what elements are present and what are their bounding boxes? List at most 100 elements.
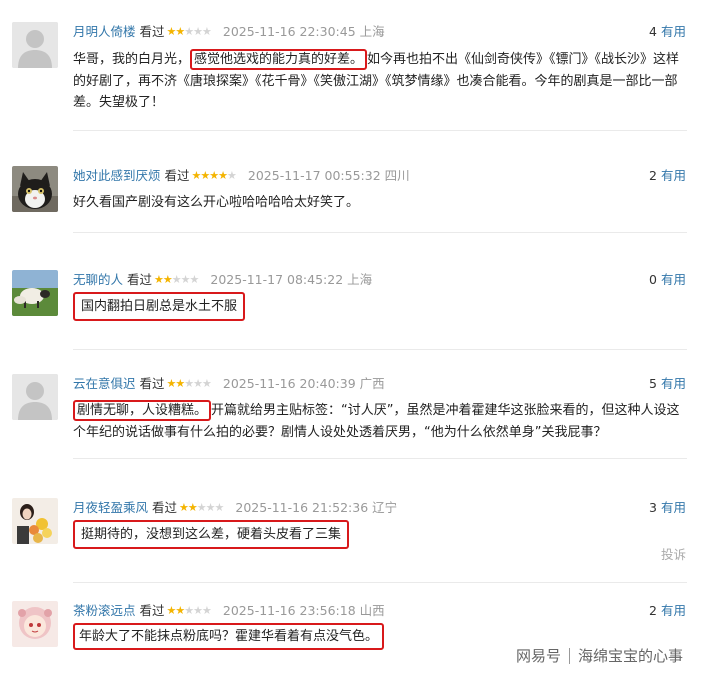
useful-label[interactable]: 有用 [661, 603, 686, 618]
review-time: 2025-11-17 08:45:22 [210, 272, 344, 287]
content-text: 华哥，我的白月光， [73, 52, 191, 67]
review-meta: 月明人倚楼 看过 ★★★★★ 2025-11-16 22:30:45 上海 [73, 22, 385, 42]
review-content: 华哥，我的白月光， 感觉他选戏的能力真的好差。 如今再也拍不出《仙剑奇侠传》《镖门》… [73, 49, 688, 114]
review-location: 山西 [359, 603, 385, 618]
source-watermark: 网易号 海绵宝宝的心事 [516, 645, 683, 666]
review-meta: 无聊的人 看过 ★★★★★ 2025-11-17 08:45:22 上海 [73, 270, 372, 290]
useful-vote[interactable]: 4 有用 [649, 22, 686, 42]
useful-label[interactable]: 有用 [661, 168, 686, 183]
doll-avatar-icon [12, 601, 58, 647]
watched-status: 看过 [139, 376, 165, 391]
review-content: 好久看国产剧没有这么开心啦哈哈哈哈太好笑了。 [73, 192, 688, 214]
star-empty-icon: ★ [180, 273, 191, 286]
user-avatar[interactable] [12, 374, 58, 420]
star-rating: ★★★★★ [167, 22, 212, 42]
sheep-avatar-icon [12, 270, 58, 316]
user-avatar[interactable] [12, 498, 58, 544]
useful-vote[interactable]: 2 有用 [649, 166, 686, 186]
review-meta: 她对此感到厌烦 看过 ★★★★★ 2025-11-17 00:55:32 四川 [73, 166, 410, 186]
useful-vote[interactable]: 5 有用 [649, 374, 686, 394]
useful-vote[interactable]: 0 有用 [649, 270, 686, 290]
review-content: 挺期待的，没想到这么差，硬着头皮看了三集 [73, 520, 688, 549]
review-location: 上海 [359, 24, 385, 39]
username-link[interactable]: 茶粉滚远点 [73, 603, 136, 618]
username-link[interactable]: 她对此感到厌烦 [73, 168, 161, 183]
star-filled-icon: ★ [154, 273, 164, 286]
star-empty-icon: ★ [202, 604, 212, 617]
useful-count: 4 [649, 24, 657, 39]
star-empty-icon: ★ [193, 25, 203, 38]
divider [73, 232, 687, 233]
useful-label[interactable]: 有用 [661, 272, 686, 287]
star-filled-icon: ★ [175, 377, 185, 390]
report-link[interactable]: 投诉 [661, 544, 686, 563]
user-avatar[interactable] [12, 22, 58, 68]
review-meta: 云在意俱迟 看过 ★★★★★ 2025-11-16 20:40:39 广西 [73, 374, 385, 394]
watched-status: 看过 [127, 272, 153, 287]
review-time: 2025-11-16 20:40:39 [222, 376, 356, 391]
divider [73, 582, 687, 583]
star-empty-icon: ★ [184, 377, 194, 390]
star-empty-icon: ★ [193, 604, 203, 617]
review-location: 上海 [347, 272, 373, 287]
default-avatar-icon [12, 22, 58, 68]
review-meta: 月夜轻盈乘风 看过 ★★★★★ 2025-11-16 21:52:36 辽宁 [73, 498, 397, 518]
highlighted-text: 感觉他选戏的能力真的好差。 [190, 49, 368, 70]
star-empty-icon: ★ [196, 501, 207, 514]
useful-label[interactable]: 有用 [661, 24, 686, 39]
highlighted-text: 国内翻拍日剧总是水土不服 [73, 292, 246, 321]
watched-status: 看过 [139, 24, 165, 39]
review-content: 剧情无聊，人设糟糕。 开篇就给男主贴标签：“讨人厌”，虽然是冲着霍建华这张脸来看的… [73, 400, 688, 443]
star-empty-icon: ★ [171, 273, 182, 286]
star-empty-icon: ★ [202, 25, 212, 38]
review-location: 辽宁 [372, 500, 398, 515]
cat-avatar-icon [12, 166, 58, 212]
useful-label[interactable]: 有用 [661, 500, 686, 515]
star-rating: ★★★★★ [167, 374, 212, 394]
divider [73, 458, 687, 459]
highlighted-text: 挺期待的，没想到这么差，硬着头皮看了三集 [73, 520, 350, 549]
username-link[interactable]: 无聊的人 [73, 272, 123, 287]
star-filled-icon: ★ [175, 25, 185, 38]
star-rating: ★★★★★ [192, 166, 237, 186]
star-rating: ★★★★★ [179, 498, 225, 518]
useful-label[interactable]: 有用 [661, 376, 686, 391]
username-link[interactable]: 月明人倚楼 [73, 24, 136, 39]
star-filled-icon: ★ [187, 501, 198, 514]
watched-status: 看过 [164, 168, 190, 183]
useful-count: 5 [649, 376, 657, 391]
star-filled-icon: ★ [218, 169, 228, 182]
star-empty-icon: ★ [193, 377, 203, 390]
star-filled-icon: ★ [200, 169, 210, 182]
review-time: 2025-11-16 22:30:45 [222, 24, 356, 39]
star-empty-icon: ★ [184, 25, 194, 38]
review-time: 2025-11-16 23:56:18 [222, 603, 356, 618]
review-location: 广西 [359, 376, 385, 391]
watermark-separator [568, 648, 570, 664]
divider [73, 130, 687, 131]
star-empty-icon: ★ [184, 604, 194, 617]
content-text: 好久看国产剧没有这么开心啦哈哈哈哈太好笑了。 [73, 195, 360, 210]
useful-count: 3 [649, 500, 657, 515]
username-link[interactable]: 月夜轻盈乘风 [73, 500, 148, 515]
star-filled-icon: ★ [209, 169, 219, 182]
user-avatar[interactable] [12, 166, 58, 212]
highlighted-text: 剧情无聊，人设糟糕。 [73, 400, 212, 421]
star-empty-icon: ★ [227, 169, 237, 182]
star-filled-icon: ★ [179, 501, 189, 514]
review-location: 四川 [384, 168, 410, 183]
star-empty-icon: ★ [214, 501, 225, 514]
review-meta: 茶粉滚远点 看过 ★★★★★ 2025-11-16 23:56:18 山西 [73, 601, 385, 621]
watched-status: 看过 [152, 500, 178, 515]
divider [73, 349, 687, 350]
useful-vote[interactable]: 2 有用 [649, 601, 686, 621]
username-link[interactable]: 云在意俱迟 [73, 376, 136, 391]
star-filled-icon: ★ [175, 604, 185, 617]
useful-count: 2 [649, 603, 657, 618]
star-rating: ★★★★★ [167, 601, 212, 621]
watched-status: 看过 [139, 603, 165, 618]
user-avatar[interactable] [12, 601, 58, 647]
useful-vote[interactable]: 3 有用 [649, 498, 686, 518]
user-avatar[interactable] [12, 270, 58, 316]
star-filled-icon: ★ [162, 273, 173, 286]
